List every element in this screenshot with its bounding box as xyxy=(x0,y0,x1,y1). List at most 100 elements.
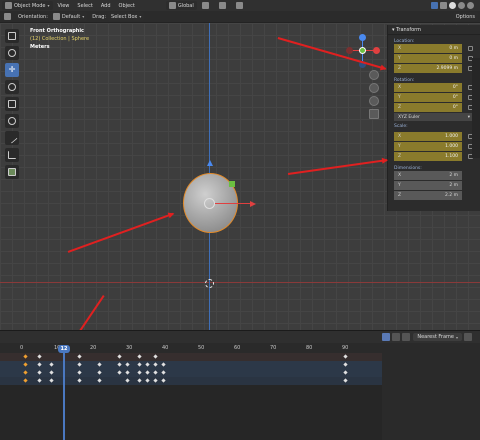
scale-y-field[interactable]: Y 1.000 xyxy=(394,142,462,151)
pivot-glyph-icon xyxy=(201,2,209,9)
sidebar-tabs[interactable] xyxy=(472,58,480,158)
axis-x-label: X xyxy=(398,134,402,139)
timeline-empty-area[interactable] xyxy=(0,385,382,440)
rotation-label: Rotation: xyxy=(394,78,415,83)
panel-title[interactable]: ▾ Transform xyxy=(388,25,480,35)
proportional-edit-icon[interactable] xyxy=(233,1,248,10)
gizmo-x-icon[interactable] xyxy=(373,47,380,54)
rotation-z-field[interactable]: Z 0° xyxy=(394,103,462,112)
menu-view[interactable]: View xyxy=(55,1,73,10)
snap-icon[interactable] xyxy=(216,1,231,10)
x-axis-line xyxy=(0,282,480,283)
gizmo-y-icon[interactable] xyxy=(359,47,366,54)
gizmo-z-icon[interactable] xyxy=(359,34,366,41)
action-channel[interactable] xyxy=(0,369,382,377)
current-frame-badge[interactable]: 12 xyxy=(58,345,70,353)
cursor-arrow-icon xyxy=(8,32,16,40)
object-mode-icon xyxy=(5,2,12,9)
location-z-field[interactable]: Z 2.9099 m xyxy=(394,64,462,73)
transform-channel[interactable] xyxy=(0,377,382,385)
dimensions-x-value: 2 m xyxy=(449,173,458,178)
collection-info: (12) Collection | Sphere xyxy=(30,36,90,42)
playhead[interactable] xyxy=(63,353,65,440)
axis-x-label: X xyxy=(398,85,402,90)
pan-hand-icon[interactable] xyxy=(369,83,379,93)
solid-shading-icon[interactable] xyxy=(449,2,456,9)
add-cube-tool-button[interactable] xyxy=(5,165,19,179)
annotate-tool-button[interactable] xyxy=(5,131,19,145)
location-y-field[interactable]: Y 0 m xyxy=(394,54,462,63)
select-cursor-icon[interactable] xyxy=(382,333,391,341)
location-x-field[interactable]: X 0 m xyxy=(394,44,462,53)
scale-x-value: 1.000 xyxy=(445,134,458,139)
scale-x-field[interactable]: X 1.000 xyxy=(394,132,462,141)
grid-view-icon[interactable] xyxy=(369,109,379,119)
rotation-mode-value: XYZ Euler xyxy=(398,114,420,120)
lock-icon[interactable] xyxy=(468,46,473,51)
axis-z-label: Z xyxy=(398,105,402,110)
scale-y-value: 1.000 xyxy=(445,144,458,149)
options-dropdown[interactable]: Options xyxy=(452,12,478,21)
drag-dropdown[interactable]: Select Box ▾ xyxy=(108,12,145,21)
scale-x-row: X 1.000 xyxy=(388,132,480,141)
pivot-icon[interactable] xyxy=(199,1,214,10)
circle-dot-icon xyxy=(235,2,243,9)
axis-z-label: Z xyxy=(398,193,402,198)
object-origin-gizmo[interactable] xyxy=(204,198,215,209)
rotation-y-field[interactable]: Y 0° xyxy=(394,93,462,102)
location-y-row: Y 0 m xyxy=(388,54,480,63)
proportional-icon[interactable] xyxy=(464,333,472,341)
dimensions-y-field[interactable]: Y 2 m xyxy=(394,181,462,190)
menu-add[interactable]: Add xyxy=(98,1,114,10)
object-channel[interactable] xyxy=(0,361,382,369)
sidebar-transform-panel: ▾ Transform Location: X 0 m Y 0 m Z 2.9099 … xyxy=(387,25,480,211)
dimensions-z-field[interactable]: Z 2.2 m xyxy=(394,191,462,200)
rotate-tool-button[interactable] xyxy=(5,80,19,94)
measure-tool-button[interactable] xyxy=(5,148,19,162)
axis-y-label: Y xyxy=(398,56,401,61)
cursor-tool-button[interactable] xyxy=(5,46,19,60)
transform-tool-button[interactable] xyxy=(5,114,19,128)
xray-icon[interactable] xyxy=(440,2,447,9)
plane-move-handle[interactable] xyxy=(229,181,235,187)
snap-mode-dropdown[interactable]: Nearest Frame ▾ xyxy=(413,333,462,341)
viewport-nav-buttons xyxy=(369,70,379,122)
filter-icon[interactable] xyxy=(402,333,411,341)
move-arrows-icon: ✛ xyxy=(8,65,16,74)
transform-icon xyxy=(8,117,16,125)
rotation-x-field[interactable]: X 0° xyxy=(394,83,462,92)
move-tool-button[interactable]: ✛ xyxy=(5,63,19,77)
material-shading-icon[interactable] xyxy=(458,2,465,9)
select-box-tool-icon[interactable] xyxy=(4,13,11,20)
scale-tool-button[interactable] xyxy=(5,97,19,111)
orientation-dropdown[interactable]: Default ▾ xyxy=(49,12,88,21)
transform-orientation-dropdown[interactable]: Global xyxy=(165,1,197,10)
chevron-down-icon: ▾ xyxy=(47,3,50,8)
zoom-icon[interactable] xyxy=(369,70,379,80)
ruler-label: 60 xyxy=(234,345,241,351)
mode-dropdown[interactable]: Object Mode ▾ xyxy=(2,1,53,10)
timeline-editor[interactable]: Nearest Frame ▾ 0 10 20 30 40 50 60 70 8… xyxy=(0,330,480,440)
dimensions-label: Dimensions: xyxy=(394,166,422,171)
select-tool-button[interactable] xyxy=(5,29,19,43)
menu-select[interactable]: Select xyxy=(74,1,95,10)
x-move-arrow-icon[interactable] xyxy=(250,201,256,207)
scale-z-field[interactable]: Z 1.100 xyxy=(394,152,462,161)
rendered-shading-icon[interactable] xyxy=(467,2,474,9)
annotation-arrow-scale xyxy=(287,159,388,175)
dimensions-x-field[interactable]: X 2 m xyxy=(394,171,462,180)
overlays-icon[interactable] xyxy=(431,2,438,9)
box-select-icon[interactable] xyxy=(392,333,401,341)
viewport-shading-group xyxy=(431,2,480,9)
rotation-mode-dropdown[interactable]: XYZ Euler ▾ xyxy=(394,113,474,121)
camera-icon[interactable] xyxy=(369,96,379,106)
ruler-label: 40 xyxy=(162,345,169,351)
dimensions-y-value: 2 m xyxy=(449,183,458,188)
x-move-axis[interactable] xyxy=(215,203,251,204)
axis-y-label: Y xyxy=(398,144,401,149)
menu-object[interactable]: Object xyxy=(116,1,138,10)
gizmo-neg-x-icon[interactable] xyxy=(346,47,353,54)
z-move-arrow-icon[interactable] xyxy=(207,160,213,166)
summary-channel[interactable] xyxy=(0,353,382,361)
3d-viewport[interactable]: Front Orthographic (12) Collection | Sph… xyxy=(0,23,480,330)
